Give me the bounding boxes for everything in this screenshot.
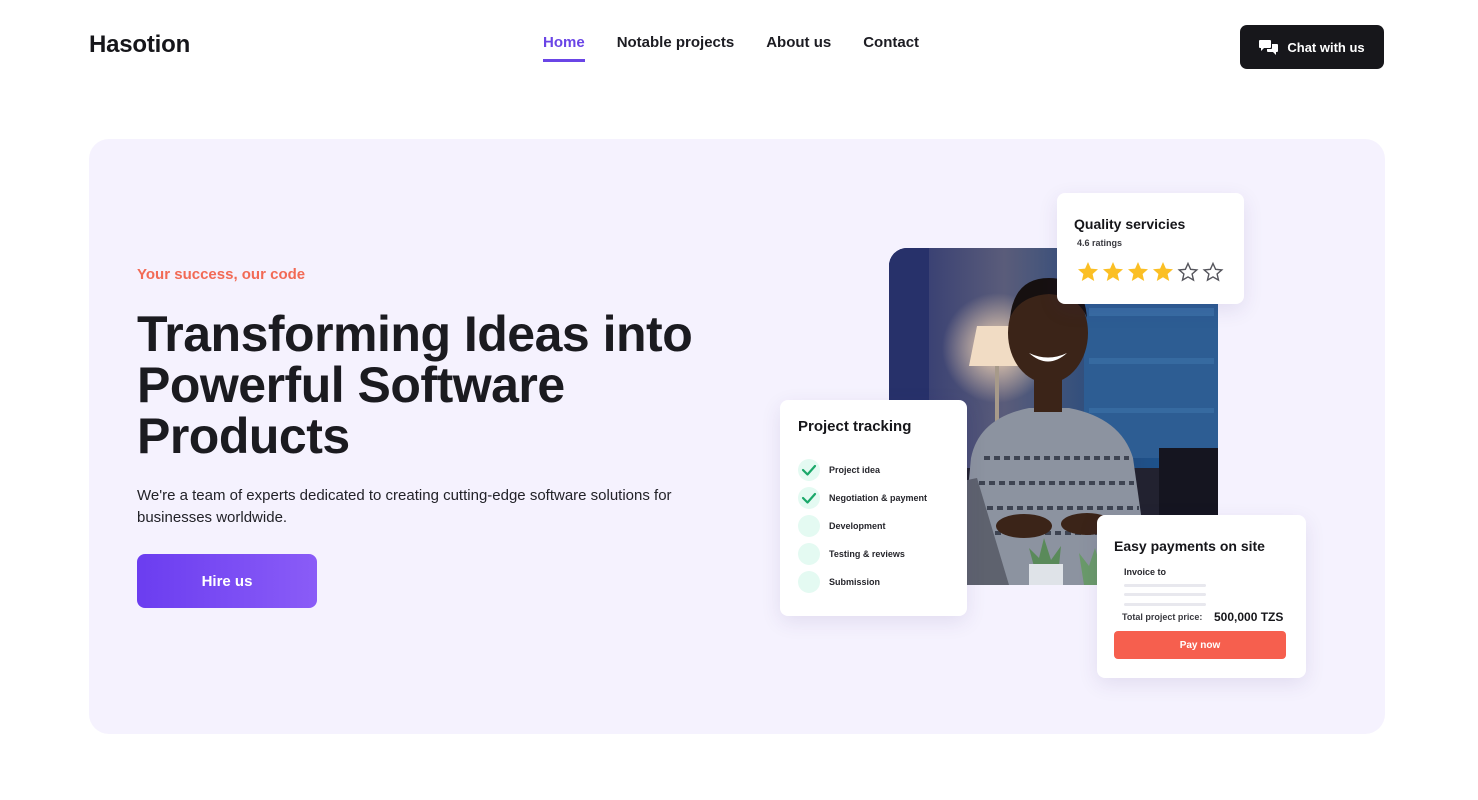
tracking-step-label: Project idea [829,465,881,475]
chat-with-us-button[interactable]: Chat with us [1240,25,1384,69]
quality-card-rating: 4.6 ratings [1077,238,1123,248]
star-filled-icon [1103,262,1123,281]
star-filled-icon [1153,262,1173,281]
tracking-step: Project idea [798,456,927,484]
star-filled-icon [1128,262,1148,281]
tracking-step: Development [798,512,927,540]
nav-item-notable-projects[interactable]: Notable projects [617,34,735,62]
tracking-step-label: Negotiation & payment [829,493,928,503]
tracking-step-label: Submission [829,577,881,587]
quality-card: Quality servicies 4.6 ratings [1057,193,1244,304]
tracking-step: Negotiation & payment [798,484,927,512]
tracking-step: Testing & reviews [798,540,927,568]
pending-circle-icon [798,515,820,537]
hire-us-button[interactable]: Hire us [137,554,317,608]
pending-circle-icon [798,571,820,593]
chat-button-label: Chat with us [1287,39,1365,55]
quality-card-title: Quality servicies [1074,216,1186,232]
nav-item-contact[interactable]: Contact [863,34,919,62]
hero-tagline: Your success, our code [137,266,306,283]
star-rating [1076,260,1225,284]
pending-circle-icon [798,543,820,565]
invoice-line [1124,603,1206,606]
payment-card: Easy payments on site Invoice to Total p… [1097,515,1306,678]
tracking-step: Submission [798,568,927,596]
hero-description: We're a team of experts dedicated to cre… [137,487,672,526]
check-icon [798,487,820,509]
tracking-steps: Project idea Negotiation & payment Devel… [798,456,927,596]
total-price-label: Total project price: [1122,612,1203,622]
tracking-card-title: Project tracking [798,418,912,435]
star-outline-icon [1177,261,1199,282]
tracking-step-label: Development [829,521,886,531]
nav-item-home[interactable]: Home [543,34,585,62]
chat-bubbles-icon [1259,39,1279,55]
brand-logo[interactable]: Hasotion [89,31,190,59]
invoice-line [1124,593,1206,596]
pay-now-button[interactable]: Pay now [1114,631,1286,659]
main-nav: Home Notable projects About us Contact [543,34,919,62]
star-outline-icon [1202,261,1224,282]
total-price-value: 500,000 TZS [1214,610,1284,624]
tracking-step-label: Testing & reviews [829,549,905,559]
nav-item-about-us[interactable]: About us [766,34,831,62]
payment-card-title: Easy payments on site [1114,538,1265,554]
star-filled-icon [1078,262,1098,281]
invoice-line [1124,584,1206,587]
check-icon [798,459,820,481]
invoice-label: Invoice to [1124,567,1167,577]
hero-headline: Transforming Ideas into Powerful Softwar… [137,306,693,464]
project-tracking-card: Project tracking Project idea Negotiatio… [780,400,967,616]
